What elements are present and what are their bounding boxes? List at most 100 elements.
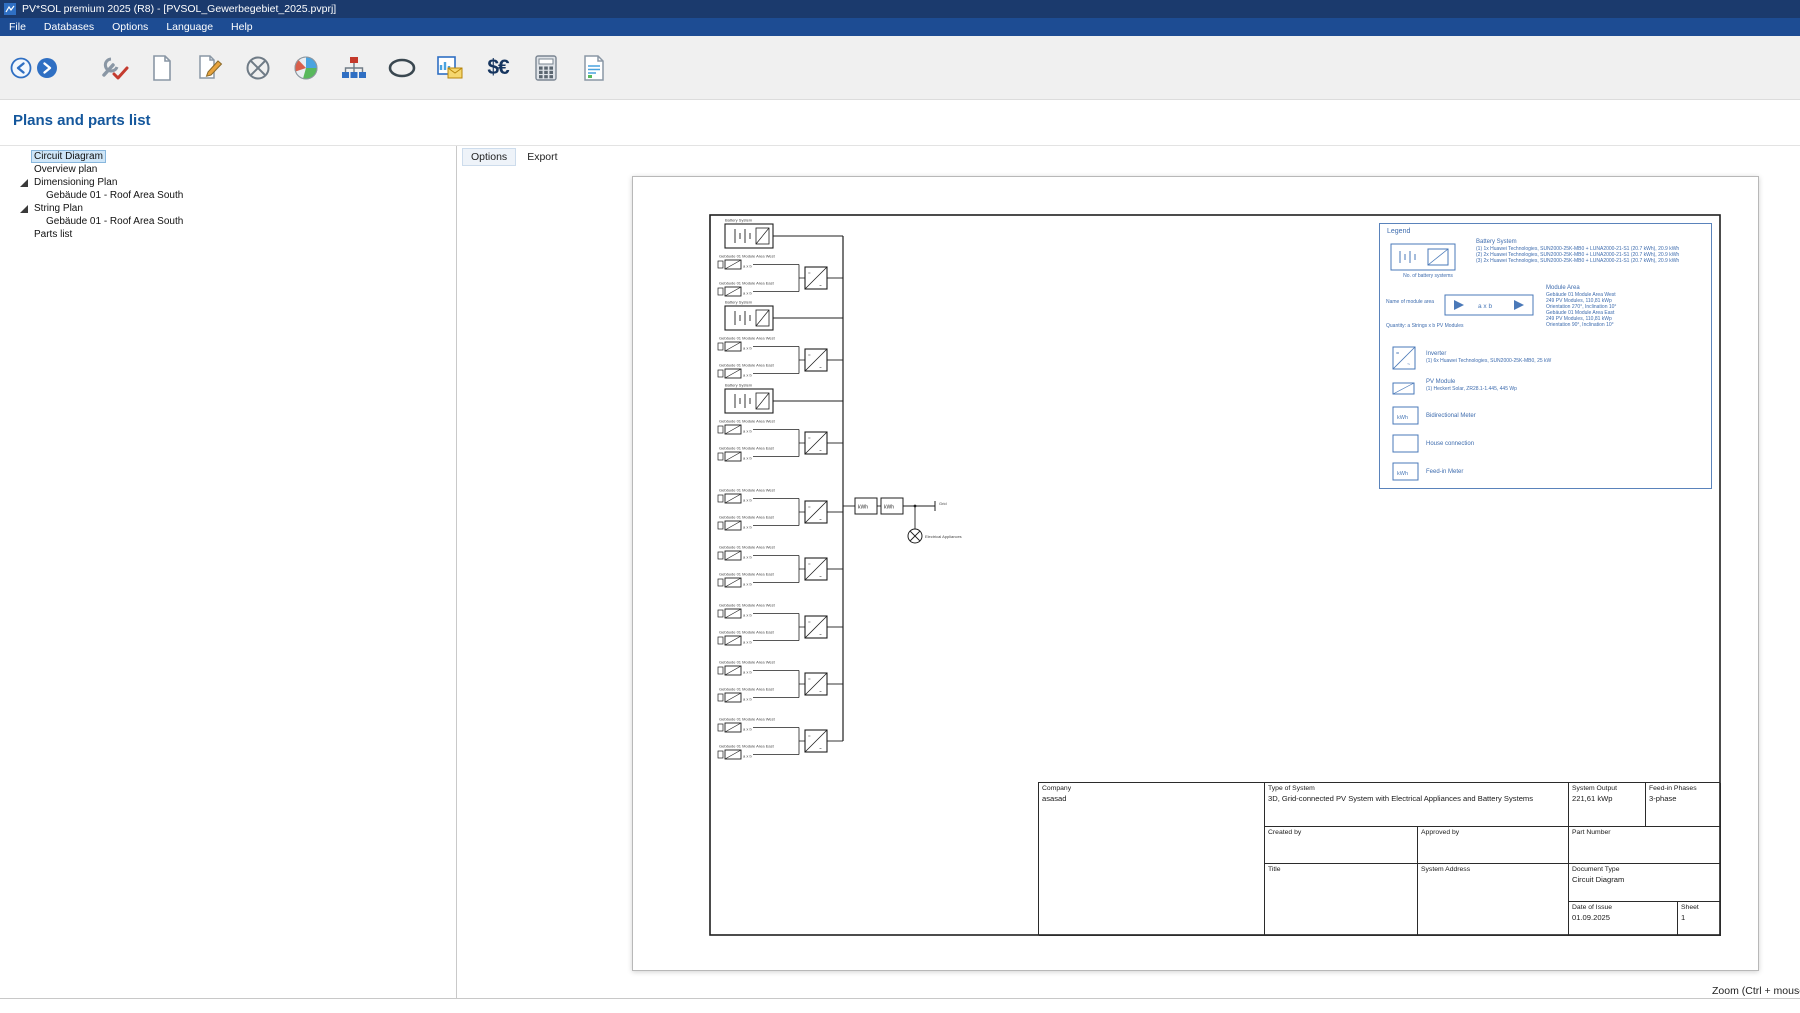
svg-text:a x b: a x b [743,640,752,645]
svg-text:a x b: a x b [743,525,752,530]
menu-file[interactable]: File [0,18,35,36]
titleblock-phases-cell: Feed-in Phases 3-phase [1646,783,1721,827]
legend-line: (1) Heckert Solar, ZR28.1-1.445, 445 Wp [1426,386,1517,392]
forward-button[interactable] [34,41,60,95]
legend-inverter-symbol: = ~ [1392,346,1416,370]
titleblock-output-cell: System Output 221,61 kWp [1569,783,1646,827]
tab-export[interactable]: Export [519,149,565,165]
hierarchy-icon [340,55,368,81]
tree-item-circuit-diagram[interactable]: Circuit Diagram [0,150,456,163]
svg-text:~: ~ [819,448,822,453]
svg-text:=: = [808,733,811,738]
legend-feed-in-meter-label: Feed-in Meter [1426,468,1463,476]
legend-bidirectional-meter-label: Bidirectional Meter [1426,412,1476,420]
report-button[interactable] [570,41,618,95]
titleblock-doctype-cell: Document Type Circuit Diagram [1569,864,1721,902]
menu-help[interactable]: Help [222,18,262,36]
tab-options[interactable]: Options [463,149,515,165]
forward-icon [36,57,58,79]
legend-module-area-lines: Gebäude 01 Module Area West249 PV Module… [1546,292,1616,328]
crossed-circle-icon [245,55,271,81]
svg-text:=: = [808,619,811,624]
svg-text:kWh: kWh [884,505,894,511]
calculator-icon [534,54,558,82]
svg-text:Gebäude 01 Module Area East: Gebäude 01 Module Area East [719,687,775,692]
svg-text:=: = [808,561,811,566]
titleblock-type-cell: Type of System 3D, Grid-connected PV Sys… [1265,783,1569,827]
titleblock-address-cell: System Address [1418,864,1569,936]
menu-databases[interactable]: Databases [35,18,103,36]
plans-tree: Circuit DiagramOverview planDimensioning… [0,146,457,998]
svg-text:a x b: a x b [743,754,752,759]
svg-text:Gebäude 01 Module Area East: Gebäude 01 Module Area East [719,515,775,520]
back-icon [10,57,32,79]
expand-toggle-icon[interactable] [20,205,28,213]
ellipse-button[interactable] [378,41,426,95]
system-scheme-button[interactable] [330,41,378,95]
svg-text:kWh: kWh [858,505,868,511]
svg-text:~: ~ [1407,362,1410,368]
app-icon [4,3,16,15]
legend-line: (1) 6x Huawei Technologies, SUN2000-25K-… [1426,358,1551,364]
heading-bar: Plans and parts list [0,100,1800,145]
tree-item-label: String Plan [32,203,85,214]
legend-module-area-text: Module Area Gebäude 01 Module Area West2… [1546,284,1616,328]
svg-text:a x b: a x b [743,697,752,702]
legend-feed-in-meter-symbol: kWh [1392,462,1420,482]
svg-text:a x b: a x b [743,498,752,503]
title-bar: PV*SOL premium 2025 (R8) - [PVSOL_Gewerb… [0,0,1800,18]
legend-house-connection-symbol [1392,434,1420,454]
tree-item-geb-ude-01-roof-area-south[interactable]: Gebäude 01 - Roof Area South [0,189,456,202]
legend-module-area-pointer: Name of module area [1386,300,1442,306]
svg-text:=: = [808,435,811,440]
svg-text:kWh: kWh [1397,471,1408,477]
menu-language[interactable]: Language [157,18,222,36]
new-plan-button[interactable] [138,41,186,95]
legend-inverter-text: Inverter (1) 6x Huawei Technologies, SUN… [1426,350,1551,364]
check-project-button[interactable] [90,41,138,95]
svg-text:Battery System: Battery System [725,300,753,305]
report-document-icon [582,54,606,82]
legend-pv-module-symbol [1392,382,1416,396]
tree-item-geb-ude-01-roof-area-south[interactable]: Gebäude 01 - Roof Area South [0,215,456,228]
menu-options[interactable]: Options [103,18,157,36]
svg-text:~: ~ [819,632,822,637]
blank-document-icon [150,54,174,82]
svg-text:~: ~ [819,517,822,522]
currency-icon: $€ [487,56,508,80]
svg-text:Gebäude 01 Module Area East: Gebäude 01 Module Area East [719,630,775,635]
edit-plan-button[interactable] [186,41,234,95]
tree-item-label: Gebäude 01 - Roof Area South [44,190,185,201]
expand-toggle-icon[interactable] [20,179,28,187]
tree-item-dimensioning-plan[interactable]: Dimensioning Plan [0,176,456,189]
svg-text:=: = [808,504,811,509]
titleblock-sheet-cell: Sheet 1 [1678,902,1721,936]
visualization-button[interactable] [282,41,330,95]
svg-text:a x b: a x b [743,264,752,269]
svg-text:=: = [808,676,811,681]
calculator-button[interactable] [522,41,570,95]
tree-item-parts-list[interactable]: Parts list [0,228,456,241]
tree-item-overview-plan[interactable]: Overview plan [0,163,456,176]
tab-bar: OptionsExport [463,149,566,165]
paper[interactable]: Gebäude 01 Module Area West a x b Gebäude … [632,176,1759,971]
legend-house-connection-label: House connection [1426,440,1474,448]
tree-item-string-plan[interactable]: String Plan [0,202,456,215]
tree-item-label: Gebäude 01 - Roof Area South [44,216,185,227]
legend-battery-text: Battery System (1) 1x Huawei Technologie… [1476,238,1679,264]
results-button[interactable] [426,41,474,95]
svg-text:a x b: a x b [743,291,752,296]
svg-text:=: = [808,352,811,357]
tree-item-label: Parts list [32,229,74,240]
svg-text:Gebäude 01 Module Area West: Gebäude 01 Module Area West [719,717,776,722]
svg-text:Gebäude 01 Module Area West: Gebäude 01 Module Area West [719,603,776,608]
svg-text:Grid: Grid [939,501,947,506]
back-button[interactable] [8,41,34,95]
svg-text:=: = [808,270,811,275]
economics-button[interactable]: $€ [474,41,522,95]
cancel-button[interactable] [234,41,282,95]
svg-text:a x b: a x b [743,670,752,675]
svg-text:Gebäude 01 Module Area East: Gebäude 01 Module Area East [719,572,775,577]
svg-text:a x b: a x b [743,582,752,587]
legend-line: Orientation 90°, Inclination 10° [1546,322,1616,328]
